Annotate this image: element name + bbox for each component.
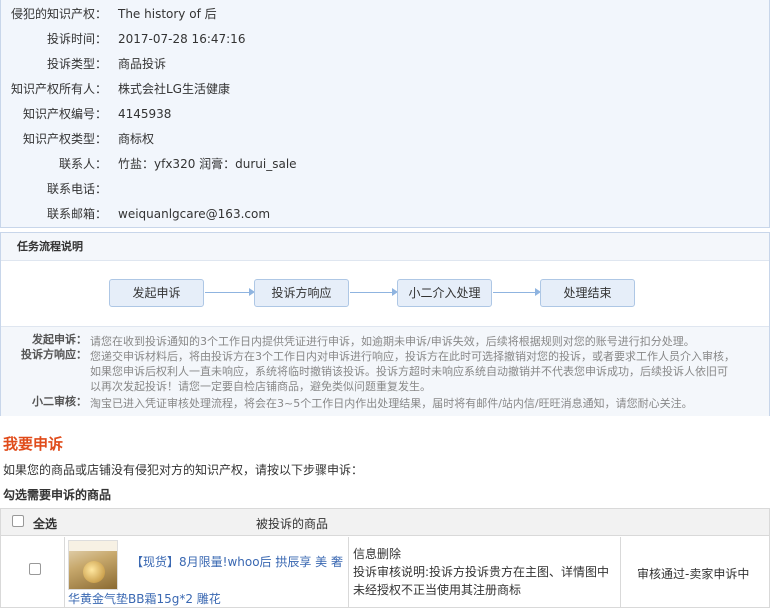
table-header: 全选 被投诉的商品 [1,509,769,536]
appeal-description: 如果您的商品或店铺没有侵犯对方的知识产权，请按以下步骤申诉： [3,463,364,477]
info-row-phone: 联系电话： [1,179,107,199]
info-row-time: 投诉时间： [1,29,107,49]
desc-label-wrap: 小二审核： [1,395,87,409]
reason-detail: 投诉审核说明:投诉方投诉贵方在主图、详情图中 [353,565,610,579]
step-initiate-appeal: 发起申诉 [109,279,204,307]
complained-goods-header: 被投诉的商品 [256,517,329,531]
info-value: 4145938 [118,107,172,121]
goods-table: 全选 被投诉的商品 【现货】8月限量!whoo后 拱辰享 美 奢 华黄金气垫BB… [0,508,770,608]
select-all-checkbox[interactable] [12,515,24,527]
info-row-type: 投诉类型： [1,54,107,74]
cell-divider [64,537,65,607]
info-value: 2017-07-28 16:47:16 [118,32,246,46]
info-label: 联系电话： [46,182,107,196]
cell-divider [620,537,621,607]
info-row-ip-number: 知识产权编号： [1,104,107,124]
info-label: 侵犯的知识产权： [10,7,107,21]
info-row-owner: 知识产权所有人： [1,79,107,99]
info-label: 知识产权编号： [22,107,107,121]
arrow-right-icon [350,288,398,296]
info-value: 商标权 [118,132,155,146]
info-row-ip: 侵犯的知识产权： [1,4,107,24]
arrow-right-icon [205,288,255,296]
complaint-info-panel: 侵犯的知识产权： The history of 后 投诉时间： 2017-07-… [0,0,770,228]
row-checkbox[interactable] [29,563,41,575]
desc-label: 投诉方响应： [21,348,87,361]
info-value: 商品投诉 [118,57,167,71]
step-process-end: 处理结束 [540,279,635,307]
product-link[interactable]: 华黄金气垫BB霜15g*2 雕花 [68,590,221,607]
table-row: 【现货】8月限量!whoo后 拱辰享 美 奢 华黄金气垫BB霜15g*2 雕花 … [1,537,769,607]
status-text: 审核通过-卖家申诉中 [637,567,750,581]
task-flow-panel: 任务流程说明 发起申诉 投诉方响应 小二介入处理 处理结束 发起申诉： 请您在收… [0,232,770,416]
info-label: 知识产权类型： [22,132,107,146]
desc-label-wrap: 发起申诉： [1,333,87,347]
flow-descriptions: 发起申诉： 请您在收到投诉通知的3个工作日内提供凭证进行申诉，如逾期未申诉/申诉… [1,326,769,416]
info-row-email: 联系邮箱： [1,204,107,224]
step-staff-intervention: 小二介入处理 [397,279,492,307]
desc-label: 小二审核： [32,395,87,408]
appeal-title: 我要申诉 [3,435,64,453]
info-row-ip-type: 知识产权类型： [1,129,107,149]
desc-text: 如果您申诉后权利人一直未响应，系统将临时撤销该投诉。投诉方超时未响应系统自动撤销… [90,365,728,378]
arrow-right-icon [493,288,541,296]
reason-detail: 未经授权不正当使用其注册商标 [353,583,522,597]
thumbnail-band [69,541,117,551]
product-thumbnail[interactable] [68,540,118,590]
info-label: 联系邮箱： [46,207,107,221]
info-row-contact: 联系人： [1,154,107,174]
step-complainant-response: 投诉方响应 [254,279,349,307]
select-goods-title: 勾选需要申诉的商品 [3,488,112,502]
desc-text: 请您在收到投诉通知的3个工作日内提供凭证进行申诉，如逾期未申诉/申诉失效，后续将… [90,335,695,348]
reason-title: 信息删除 [353,547,402,561]
desc-text: 您递交申诉材料后，将由投诉方在3个工作日内对申诉进行响应，投诉方在此时可选择撤销… [90,350,735,363]
desc-text: 淘宝已进入凭证审核处理流程，将会在3~5个工作日内作出处理结果，届时将有邮件/站… [90,397,693,410]
info-label: 联系人： [58,157,107,171]
info-value: weiquanlgcare@163.com [118,207,271,221]
info-label: 投诉类型： [46,57,107,71]
desc-label: 发起申诉： [32,333,87,346]
info-value: 株式会社LG生活健康 [118,82,230,96]
product-link[interactable]: 【现货】8月限量!whoo后 拱辰享 美 奢 [131,553,343,570]
info-value: The history of 后 [118,7,217,21]
thumbnail-compact [83,561,105,583]
info-value: 竹盐：yfx320 润膏：durui_sale [118,157,297,171]
info-label: 知识产权所有人： [10,82,107,96]
flow-steps: 发起申诉 投诉方响应 小二介入处理 处理结束 [1,262,769,326]
cell-divider [348,537,349,607]
flow-title: 任务流程说明 [1,233,769,261]
desc-label-wrap: 投诉方响应： [1,348,87,362]
select-all-label[interactable]: 全选 [33,515,57,532]
desc-text: 以再次发起投诉！请您一定要自检店铺商品，避免类似问题重复发生。 [90,380,431,393]
info-label: 投诉时间： [46,32,107,46]
